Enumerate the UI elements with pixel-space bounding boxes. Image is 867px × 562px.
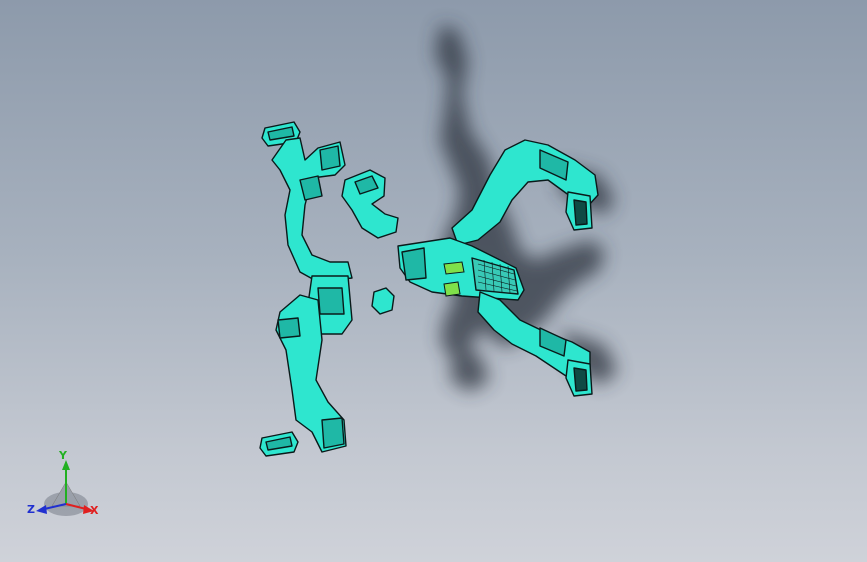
left-duct-assembly[interactable]	[259, 121, 353, 457]
model-scene[interactable]	[0, 0, 867, 562]
x-axis-label: X	[90, 504, 99, 517]
y-axis-label: Y	[59, 449, 67, 462]
middle-connector-parts[interactable]	[341, 169, 399, 315]
coordinate-triad: Y Z X	[24, 448, 108, 528]
cad-3d-viewport[interactable]: Y Z X	[0, 0, 867, 562]
z-axis-label: Z	[27, 503, 35, 516]
small-cap-part	[371, 287, 395, 315]
